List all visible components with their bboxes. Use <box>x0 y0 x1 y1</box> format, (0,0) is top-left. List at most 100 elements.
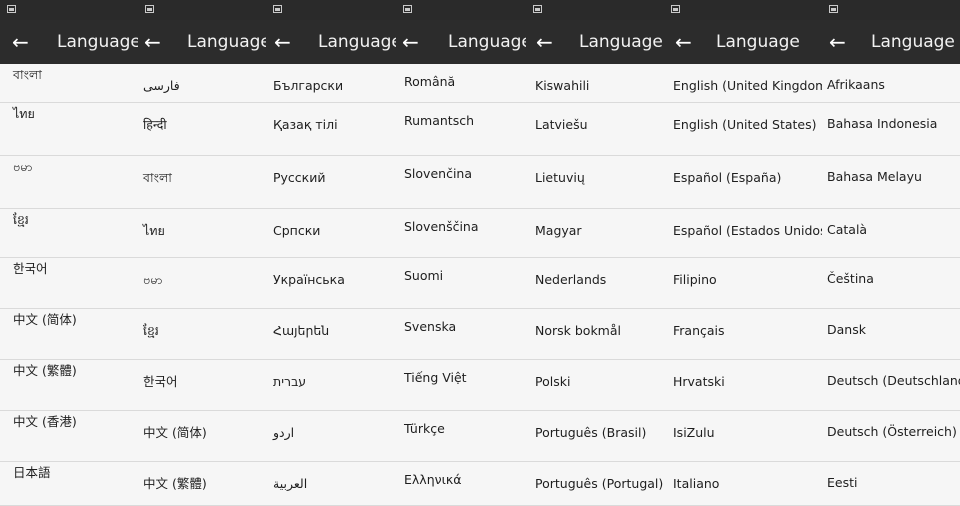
language-list-item[interactable]: Bahasa Indonesia <box>822 103 960 156</box>
language-list-item[interactable]: Čeština <box>822 258 960 309</box>
language-list-item[interactable]: Català <box>822 209 960 258</box>
back-arrow-icon[interactable]: ← <box>274 29 291 55</box>
language-list-item[interactable]: Hrvatski <box>664 360 822 411</box>
language-list-item[interactable]: ဗမာ <box>0 156 138 209</box>
language-name: Bahasa Melayu <box>827 169 922 184</box>
language-name: Español (Estados Unidos) <box>673 223 822 238</box>
back-arrow-icon[interactable]: ← <box>829 29 846 55</box>
language-list-item[interactable]: ខ្មែរ <box>138 309 266 360</box>
language-list-item[interactable]: Қазақ тілі <box>266 103 396 156</box>
language-list-item[interactable]: Română <box>396 64 526 103</box>
language-name: Français <box>673 323 725 338</box>
status-bar <box>396 0 526 20</box>
language-list-item[interactable]: 한국어 <box>0 258 138 309</box>
language-name: বাংলা <box>143 170 172 185</box>
language-list-item[interactable]: 日本語 <box>0 462 138 506</box>
language-list-item[interactable]: Português (Brasil) <box>526 411 664 462</box>
language-name: اردو <box>273 425 295 440</box>
language-list-item[interactable]: 中文 (繁體) <box>138 462 266 506</box>
back-arrow-icon[interactable]: ← <box>675 29 692 55</box>
language-list-item[interactable]: ไทย <box>138 209 266 258</box>
app-bar: ← Language <box>266 20 396 64</box>
language-list-item[interactable]: IsiZulu <box>664 411 822 462</box>
app-bar: ← Language <box>0 20 138 64</box>
language-list-item[interactable]: ไทย <box>0 103 138 156</box>
language-name: English (United States) <box>673 117 817 132</box>
language-name: Deutsch (Österreich) <box>827 424 957 439</box>
language-list-item[interactable]: עברית <box>266 360 396 411</box>
language-list-item[interactable]: Dansk <box>822 309 960 360</box>
language-name: 中文 (简体) <box>13 312 77 327</box>
language-list-item[interactable]: Հայերեն <box>266 309 396 360</box>
language-list-item[interactable]: Español (Estados Unidos) <box>664 209 822 258</box>
status-bar <box>822 0 960 20</box>
language-list-item[interactable]: Afrikaans <box>822 64 960 103</box>
language-name: Română <box>404 74 456 89</box>
language-name: Hrvatski <box>673 374 725 389</box>
language-name: 中文 (繁體) <box>13 363 77 378</box>
language-list-item[interactable]: Svenska <box>396 309 526 360</box>
image-notification-icon <box>403 5 412 13</box>
back-arrow-icon[interactable]: ← <box>536 29 553 55</box>
language-list-item[interactable]: ဗမာ <box>138 258 266 309</box>
language-list-item[interactable]: English (United Kingdom) <box>664 64 822 103</box>
language-list-item[interactable]: 中文 (繁體) <box>0 360 138 411</box>
language-list-item[interactable]: Lietuvių <box>526 156 664 209</box>
language-list-item[interactable]: Norsk bokmål <box>526 309 664 360</box>
language-list-item[interactable]: Italiano <box>664 462 822 506</box>
language-list-item[interactable]: ខ្មែរ <box>0 209 138 258</box>
language-list-item[interactable]: Latviešu <box>526 103 664 156</box>
language-list-item[interactable]: 中文 (简体) <box>0 309 138 360</box>
app-bar: ← Language <box>822 20 960 64</box>
language-list-item[interactable]: Русский <box>266 156 396 209</box>
language-list-item[interactable]: Ελληνικά <box>396 462 526 506</box>
language-list-item[interactable]: Nederlands <box>526 258 664 309</box>
language-list-item[interactable]: Українська <box>266 258 396 309</box>
language-name: 한국어 <box>13 261 48 276</box>
language-list-item[interactable]: Deutsch (Deutschland) <box>822 360 960 411</box>
language-list-item[interactable]: 한국어 <box>138 360 266 411</box>
language-list-item[interactable]: 中文 (简体) <box>138 411 266 462</box>
language-list-item[interactable]: Magyar <box>526 209 664 258</box>
language-list-item[interactable]: English (United States) <box>664 103 822 156</box>
back-arrow-icon[interactable]: ← <box>402 29 419 55</box>
language-list-item[interactable]: Eesti <box>822 462 960 506</box>
back-arrow-icon[interactable]: ← <box>144 29 161 55</box>
language-list-item[interactable]: Français <box>664 309 822 360</box>
language-list-item[interactable]: Español (España) <box>664 156 822 209</box>
language-list-item[interactable]: فارسی <box>138 64 266 103</box>
language-list-item[interactable]: Tiếng Việt <box>396 360 526 411</box>
language-name: Eesti <box>827 475 858 490</box>
language-list-item[interactable]: Türkçe <box>396 411 526 462</box>
language-list-item[interactable]: Rumantsch <box>396 103 526 156</box>
language-list-item[interactable]: Suomi <box>396 258 526 309</box>
language-list-item[interactable]: বাংলা <box>138 156 266 209</box>
language-list-item[interactable]: Kiswahili <box>526 64 664 103</box>
image-notification-icon <box>145 5 154 13</box>
language-list-item[interactable]: 中文 (香港) <box>0 411 138 462</box>
language-name: Қазақ тілі <box>273 117 338 132</box>
language-name: English (United Kingdom) <box>673 78 822 93</box>
language-list-item[interactable]: Português (Portugal) <box>526 462 664 506</box>
language-list-item[interactable]: العربية <box>266 462 396 506</box>
language-name: Հայերեն <box>273 323 330 338</box>
language-list-item[interactable]: বাংলা <box>0 64 138 103</box>
language-name: Kiswahili <box>535 78 590 93</box>
language-list-item[interactable]: Bahasa Melayu <box>822 156 960 209</box>
language-name: 日本語 <box>13 465 51 480</box>
language-list-item[interactable]: Slovenčina <box>396 156 526 209</box>
language-name: ဗမာ <box>143 272 163 287</box>
language-list-item[interactable]: Filipino <box>664 258 822 309</box>
language-list-item[interactable]: Deutsch (Österreich) <box>822 411 960 462</box>
language-list-item[interactable]: Slovenščina <box>396 209 526 258</box>
language-name: Català <box>827 222 868 237</box>
language-list-item[interactable]: Polski <box>526 360 664 411</box>
language-list-item[interactable]: اردو <box>266 411 396 462</box>
back-arrow-icon[interactable]: ← <box>12 29 29 55</box>
language-name: Italiano <box>673 476 720 491</box>
language-list-item[interactable]: हिन्दी <box>138 103 266 156</box>
language-list-item[interactable]: Български <box>266 64 396 103</box>
language-screen-panel: ← Language English (United Kingdom) English… <box>664 0 822 506</box>
language-list-item[interactable]: Српски <box>266 209 396 258</box>
language-name: Ελληνικά <box>404 472 462 487</box>
